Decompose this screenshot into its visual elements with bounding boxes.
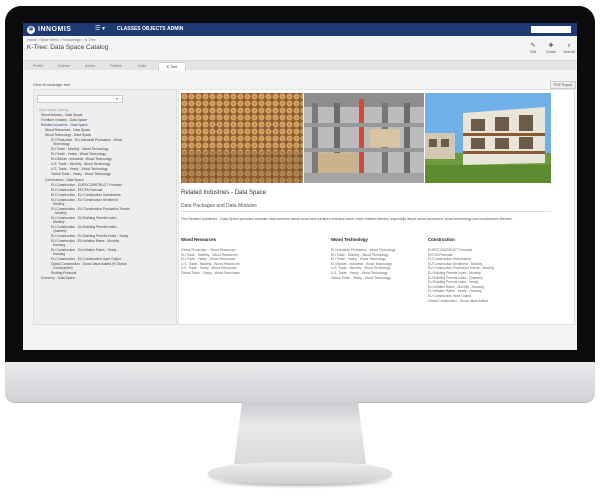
tree-item[interactable]: Housing <box>53 243 65 247</box>
wood-resources-list: Global Production - Wood Resources EU Tr… <box>181 248 240 276</box>
brand-logo[interactable]: ✲ INNOMIS <box>27 25 71 34</box>
wood-logs-image <box>181 93 303 183</box>
tree-item[interactable]: Wood Resources - Data Space <box>45 128 90 132</box>
tree-item[interactable]: U.S. Trade - Yearly - Wood Technology <box>51 167 108 171</box>
wood-technology-list: EU Industrial Production - Wood Technolo… <box>331 248 396 280</box>
tree-item[interactable]: EU Construction - EECFA Forecast <box>51 188 102 192</box>
tree-item[interactable]: EU Market - Industrial - Wood Technology <box>51 157 112 161</box>
tree-item[interactable]: EU Construction - EU Construction Invest… <box>51 193 121 197</box>
view-icon: ⌕ <box>567 43 571 49</box>
tree-item[interactable]: - Monthly <box>53 211 67 215</box>
list-item[interactable]: EU Industrial Production - Wood Technolo… <box>331 248 396 253</box>
divider <box>181 211 551 212</box>
list-item[interactable]: Global Trade - Yearly - Wood Resources <box>181 271 240 276</box>
construction-image <box>425 93 551 183</box>
tree-item[interactable]: EU Construction - EU Construction Input … <box>51 257 121 261</box>
column-heading-wood-resources: Wood Resources <box>181 237 217 242</box>
tree-item[interactable]: U.S. Trade - Monthly - Wood Technology <box>51 162 110 166</box>
tree-item[interactable]: Global Trade - Yearly - Wood Technology <box>51 172 111 176</box>
tab-links[interactable]: Links <box>131 62 153 70</box>
building-graphic <box>425 93 551 183</box>
tree-item[interactable]: Wood Industry - Data Space <box>41 113 82 117</box>
tree-item[interactable]: Furniture Industry - Data Space <box>41 118 87 122</box>
tree-item[interactable]: EU Trade - Yearly - Wood Technology <box>51 152 106 156</box>
edit-button[interactable]: ✎ Edit <box>526 43 540 54</box>
tree-item[interactable]: Data Space Catalog <box>39 108 69 112</box>
monitor-stand-base <box>208 462 392 484</box>
tab-k-tree[interactable]: K-Tree <box>158 62 186 71</box>
list-item[interactable]: Global Construction - Gross Value Added <box>428 299 494 304</box>
create-button[interactable]: ✚ Create <box>544 43 558 54</box>
innomis-logo-icon: ✲ <box>27 25 35 34</box>
top-nav: ✲ INNOMIS ☰ ▾ CLASSES OBJECTS ADMIN <box>23 23 577 36</box>
tree-item[interactable]: EU Construction - EU Building Permits In… <box>51 234 128 238</box>
list-item[interactable]: Global Production - Wood Resources <box>181 248 240 253</box>
nav-item-classes[interactable]: CLASSES <box>117 25 141 34</box>
tree-item[interactable]: Construction - Data Space <box>45 178 84 182</box>
nav-item-objects[interactable]: OBJECTS <box>142 25 166 34</box>
machinery-graphic <box>304 93 424 183</box>
list-item[interactable]: Global Trade - Yearly - Wood Technology <box>331 276 396 281</box>
tab-bar: Profile Articles Actors Publish Links K-… <box>23 60 577 71</box>
tree-item[interactable]: Monthly <box>53 220 65 224</box>
wood-logs-graphic <box>181 93 303 183</box>
hamburger-menu-icon[interactable]: ☰ ▾ <box>95 25 105 34</box>
column-heading-construction: Construction <box>428 237 455 242</box>
content-subtitle: Data Packages and Data Modules <box>181 203 257 209</box>
tree-item[interactable]: EU Trade - Monthly - Wood Technology <box>51 147 108 151</box>
tree-search-input[interactable] <box>37 95 123 103</box>
content-description: The Related Industries - Data Space prov… <box>181 217 513 221</box>
chevron-down-icon[interactable]: ▾ <box>116 96 118 101</box>
tree-item[interactable]: EU Construction - EUROCONSTRUCT Forecast <box>51 183 122 187</box>
view-knowledge-tree-link[interactable]: View Knowledge tree <box>33 82 71 87</box>
tab-articles[interactable]: Articles <box>53 62 75 70</box>
tree-item[interactable]: Economy - Data Space <box>41 276 75 280</box>
pdf-export-button[interactable]: PDF Export <box>550 81 577 89</box>
edit-icon: ✎ <box>530 43 536 49</box>
breadcrumb[interactable]: Home > Base Menu > Knowledge > K-Tree <box>27 38 96 43</box>
tree-item[interactable]: Technology <box>53 142 70 146</box>
tree-item[interactable]: Roofing Products <box>51 271 76 275</box>
view-all-button[interactable]: ⌕ View All <box>562 43 576 54</box>
screen: ✲ INNOMIS ☰ ▾ CLASSES OBJECTS ADMIN Home… <box>23 23 577 350</box>
user-search-box[interactable] <box>531 26 571 33</box>
content-title: Related Industries - Data Space <box>181 190 267 196</box>
create-icon: ✚ <box>548 43 554 49</box>
monitor-stand-neck <box>234 402 366 464</box>
wood-technology-image <box>304 93 424 183</box>
nav-item-admin[interactable]: ADMIN <box>167 25 183 34</box>
tree-item[interactable]: Monthly <box>53 202 65 206</box>
tree-item[interactable]: Related Industries - Data Space <box>41 123 88 127</box>
page-title: K-Tree: Data Space Catalog <box>27 44 109 51</box>
column-heading-wood-technology: Wood Technology <box>331 237 368 242</box>
list-item[interactable]: U.S. Trade - Yearly - Wood Technology <box>331 271 396 276</box>
tab-publish[interactable]: Publish <box>105 62 127 70</box>
construction-list: EUROCONSTRUCT Forecast EECFA Forecast EU… <box>428 248 494 303</box>
tab-profile[interactable]: Profile <box>27 62 49 70</box>
tree-item[interactable]: Construction) <box>53 266 73 270</box>
tree-item[interactable]: Quarterly <box>53 229 67 233</box>
tree-item[interactable]: Housing <box>53 252 65 256</box>
monitor-chin <box>5 362 595 402</box>
brand-name: INNOMIS <box>38 26 72 33</box>
tree-item[interactable]: Wood Technology - Data Space <box>45 133 91 137</box>
tab-actors[interactable]: Actors <box>79 62 101 70</box>
